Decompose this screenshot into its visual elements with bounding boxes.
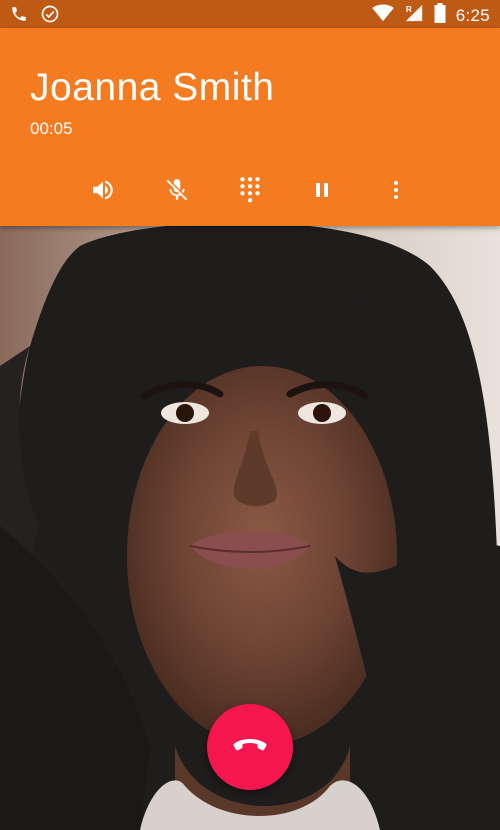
svg-text:R: R (406, 5, 412, 14)
more-vert-icon (384, 178, 408, 207)
mute-button[interactable] (157, 172, 197, 212)
phone-icon (10, 5, 28, 28)
call-duration: 00:05 (30, 119, 73, 138)
mute-mic-icon (164, 177, 190, 208)
check-circle-icon (40, 4, 60, 29)
speaker-icon (90, 177, 116, 208)
speaker-button[interactable] (83, 172, 123, 212)
dialpad-button[interactable] (230, 172, 270, 212)
end-call-button[interactable] (207, 704, 293, 790)
end-call-icon (233, 737, 267, 758)
dialpad-icon (237, 176, 263, 209)
more-options-button[interactable] (376, 172, 416, 212)
caller-name: Joanna Smith (30, 66, 275, 109)
signal-roaming-icon: R (404, 3, 424, 28)
status-time: 6:25 (455, 5, 490, 25)
battery-icon (434, 3, 446, 28)
wifi-icon (371, 4, 394, 27)
call-header: Joanna Smith 00:05 (0, 28, 500, 226)
hold-button[interactable] (302, 172, 342, 212)
status-bar: R 6:25 (0, 0, 500, 28)
pause-icon (310, 178, 334, 207)
call-actions (0, 172, 500, 212)
